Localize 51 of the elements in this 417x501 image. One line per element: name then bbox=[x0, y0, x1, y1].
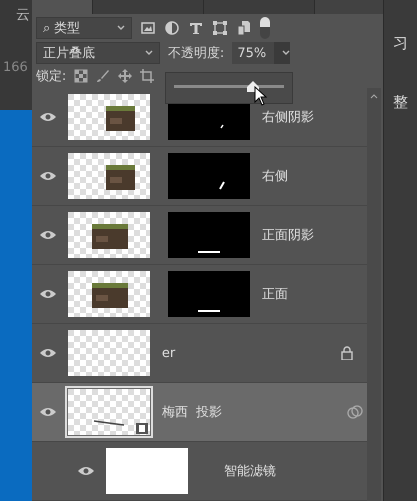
eye-icon[interactable] bbox=[40, 171, 56, 181]
layer-name: er bbox=[162, 346, 176, 360]
eye-icon[interactable] bbox=[40, 112, 56, 122]
eye-icon[interactable] bbox=[40, 289, 56, 299]
filter-dropdown[interactable]: ⌕ 类型 bbox=[36, 17, 132, 40]
layer-row[interactable]: 右侧阴影 bbox=[32, 88, 368, 147]
eye-icon[interactable] bbox=[78, 466, 94, 476]
layer-name: 正面 bbox=[262, 286, 288, 303]
filter-label: 类型 bbox=[54, 20, 80, 38]
side-label: 整 bbox=[393, 93, 408, 112]
cursor-icon bbox=[254, 86, 268, 106]
eye-icon[interactable] bbox=[40, 407, 56, 417]
opacity-dropdown-button[interactable] bbox=[274, 42, 290, 64]
half-circle-icon[interactable] bbox=[164, 20, 180, 36]
brush-icon[interactable] bbox=[96, 69, 110, 84]
caret-icon bbox=[144, 50, 153, 56]
document-icon[interactable] bbox=[236, 20, 252, 36]
layer-name: 梅西 投影 bbox=[162, 404, 222, 421]
linked-circles-icon bbox=[347, 405, 364, 419]
search-icon: ⌕ bbox=[42, 20, 50, 36]
scroll-bar[interactable] bbox=[367, 88, 382, 501]
type-icon[interactable] bbox=[188, 20, 204, 36]
image-icon[interactable] bbox=[140, 20, 156, 36]
layer-name: 右侧 bbox=[262, 168, 288, 185]
opacity-field[interactable]: 75% bbox=[232, 42, 274, 64]
layer-row[interactable]: 梅西 投影 bbox=[32, 383, 368, 442]
opacity-label: 不透明度: bbox=[168, 45, 224, 62]
eye-icon[interactable] bbox=[40, 230, 56, 240]
move-icon[interactable] bbox=[118, 69, 132, 84]
caret-up-icon[interactable] bbox=[370, 94, 378, 99]
layer-name: 右侧阴影 bbox=[262, 109, 314, 126]
side-number: 166 bbox=[3, 59, 29, 77]
layer-name: 正面阴影 bbox=[262, 227, 314, 244]
blend-mode-dropdown[interactable]: 正片叠底 bbox=[36, 42, 160, 64]
layer-name: 智能滤镜 bbox=[224, 463, 276, 480]
side-label: 云 bbox=[15, 6, 31, 25]
layer-row[interactable]: 正面 bbox=[32, 265, 368, 324]
filter-toggle[interactable] bbox=[260, 17, 270, 40]
caret-icon bbox=[116, 25, 125, 32]
caret-icon bbox=[282, 50, 290, 56]
layer-row[interactable]: 智能滤镜 bbox=[32, 442, 368, 501]
transform-icon[interactable] bbox=[212, 20, 228, 36]
layer-row[interactable]: 右侧 bbox=[32, 147, 368, 206]
lock-label: 锁定: bbox=[36, 68, 66, 86]
crop-icon[interactable] bbox=[140, 69, 154, 84]
blend-mode-label: 正片叠底 bbox=[42, 45, 95, 62]
layer-row[interactable]: 正面阴影 bbox=[32, 206, 368, 265]
checker-icon[interactable] bbox=[74, 69, 88, 84]
layer-row[interactable]: er bbox=[32, 324, 368, 383]
side-label: 习 bbox=[393, 34, 408, 53]
eye-icon[interactable] bbox=[40, 348, 56, 358]
